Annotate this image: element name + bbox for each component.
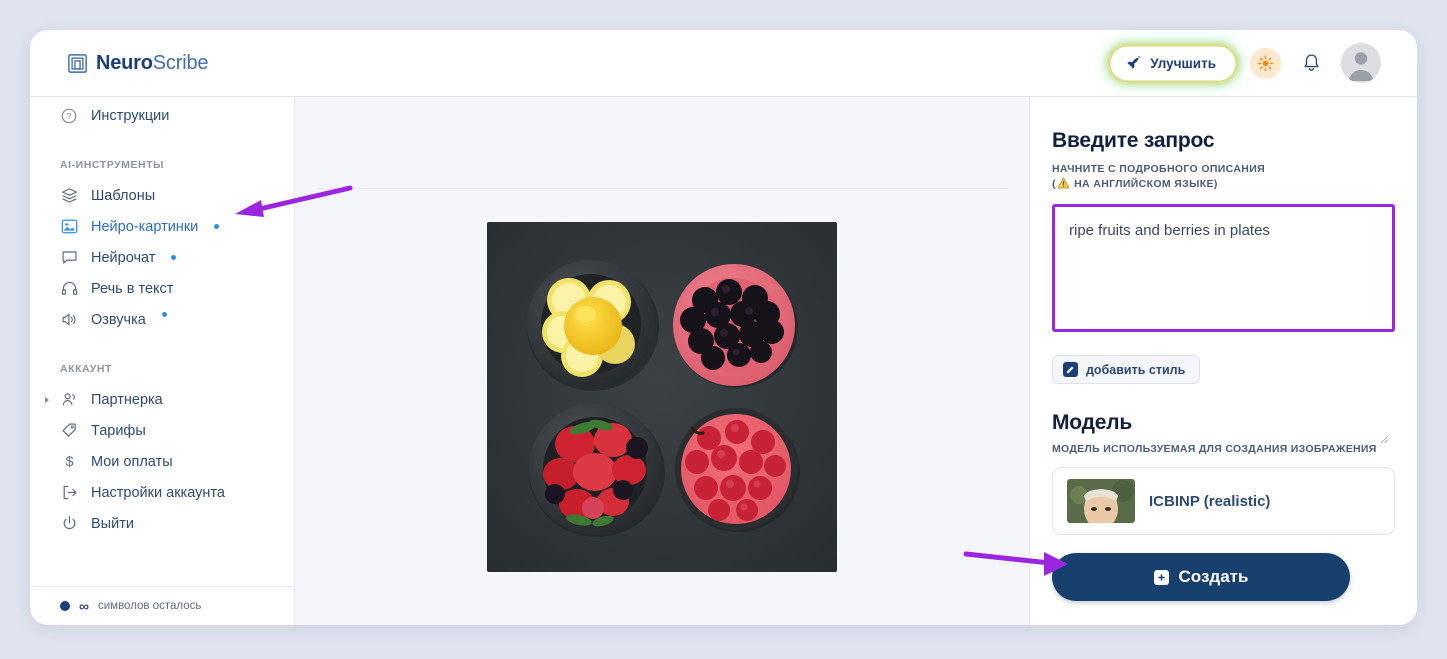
resize-grip-icon[interactable]: [1380, 435, 1389, 444]
sidebar-item-tariffs[interactable]: Тарифы: [30, 415, 294, 446]
headphones-icon: [60, 280, 78, 298]
svg-text:$: $: [65, 454, 73, 470]
sidebar-item-badge-dot: [214, 224, 220, 229]
user-avatar-icon: [1341, 43, 1381, 83]
bell-icon: [1303, 53, 1319, 71]
plus-square-icon: [1153, 569, 1169, 585]
sidebar-item-label: Тарифы: [91, 422, 146, 439]
create-button[interactable]: Создать: [1052, 553, 1350, 601]
sidebar-item-label: Выйти: [91, 515, 134, 532]
sidebar-item-logout[interactable]: Выйти: [30, 508, 294, 539]
sidebar-item-label: Мои оплаты: [91, 453, 173, 470]
character-count-label: символов осталось: [97, 600, 202, 612]
sidebar-item-badge-dot: [161, 312, 167, 317]
rocket-icon: [1127, 55, 1141, 69]
upgrade-button-label: Улучшить: [1150, 55, 1216, 71]
sidebar-item-label: Нейрочат: [91, 249, 156, 266]
sidebar-item-label: Нейро-картинки: [91, 218, 199, 235]
chevron-right-icon: [45, 396, 49, 403]
generated-image[interactable]: [487, 222, 837, 572]
header-actions: Улучшить: [1113, 43, 1381, 83]
logout-arrow-icon: [60, 484, 78, 502]
prompt-panel: Введите запрос НАЧНИТЕ С ПОДРОБНОГО ОПИС…: [1029, 96, 1417, 625]
sidebar: ? Инструкции AI-ИНСТРУМЕНТЫ Шаблоны Нейр…: [30, 96, 295, 625]
notifications-button[interactable]: [1298, 49, 1324, 77]
brand-logo[interactable]: NeuroScribe: [68, 52, 208, 75]
sidebar-section-ai-tools-title: AI-ИНСТРУМЕНТЫ: [60, 159, 164, 171]
sidebar-item-voiceover[interactable]: Озвучка: [30, 304, 294, 335]
prompt-hint-prefix: (: [1052, 178, 1056, 191]
theme-toggle-button[interactable]: [1250, 47, 1281, 79]
sidebar-item-label: Озвучка: [91, 311, 146, 328]
sidebar-item-badge-dot: [171, 255, 177, 260]
avatar[interactable]: [1341, 43, 1381, 83]
sidebar-item-label: Партнерка: [91, 391, 163, 408]
sidebar-item-label: Инструкции: [91, 107, 170, 124]
dollar-icon: $: [60, 453, 78, 471]
question-circle-icon: ?: [60, 107, 78, 125]
prompt-panel-hint: НАЧНИТЕ С ПОДРОБНОГО ОПИСАНИЯ ( НА АНГЛИ…: [1052, 162, 1395, 192]
center-canvas: [295, 96, 1029, 625]
chat-bubble-icon: [60, 249, 78, 267]
sidebar-section-account-title: АККАУНТ: [60, 363, 112, 375]
model-section-title: Модель: [1052, 411, 1133, 435]
app-header: NeuroScribe Улучшить: [30, 30, 1417, 96]
character-count-value: ∞: [79, 598, 89, 614]
svg-text:?: ?: [67, 112, 72, 121]
app-body: ? Инструкции AI-ИНСТРУМЕНТЫ Шаблоны Нейр…: [30, 96, 1417, 625]
prompt-hint-line2: НА АНГЛИЙСКОМ ЯЗЫКЕ): [1070, 178, 1218, 191]
sidebar-item-label: Шаблоны: [91, 187, 156, 204]
sidebar-item-account-settings[interactable]: Настройки аккаунта: [30, 477, 294, 508]
sun-icon: [1257, 55, 1274, 71]
app-window: NeuroScribe Улучшить ? Инструкции AI-ИНС…: [30, 30, 1417, 625]
prompt-panel-title: Введите запрос: [1052, 129, 1215, 152]
sidebar-character-counter: ∞ символов осталось: [30, 586, 294, 625]
sidebar-item-my-payments[interactable]: $ Мои оплаты: [30, 446, 294, 477]
model-selected-name: ICBINP (realistic): [1149, 492, 1271, 510]
sidebar-item-neuro-chat[interactable]: Нейрочат: [30, 242, 294, 273]
status-dot-icon: [60, 601, 70, 611]
sidebar-item-partners[interactable]: Партнерка: [30, 384, 294, 415]
add-style-button[interactable]: добавить стиль: [1052, 355, 1201, 385]
sidebar-scroll-area: ? Инструкции AI-ИНСТРУМЕНТЫ Шаблоны Нейр…: [30, 97, 294, 586]
brand-name: NeuroScribe: [96, 52, 208, 75]
create-button-label: Создать: [1178, 567, 1249, 586]
warning-triangle-icon: [1057, 177, 1070, 189]
nested-squares-logo-icon: [68, 53, 87, 73]
brand-name-light: Scribe: [152, 51, 209, 74]
prompt-hint-line1: НАЧНИТЕ С ПОДРОБНОГО ОПИСАНИЯ: [1052, 163, 1265, 175]
pencil-square-icon: [1063, 362, 1078, 378]
center-divider: [317, 188, 1007, 189]
image-icon: [60, 218, 78, 236]
add-style-label: добавить стиль: [1086, 362, 1186, 377]
upgrade-button[interactable]: Улучшить: [1113, 48, 1233, 78]
sidebar-item-speech-to-text[interactable]: Речь в текст: [30, 273, 294, 304]
power-icon: [60, 515, 78, 533]
model-preview-thumbnail-icon: [1067, 479, 1135, 524]
tag-icon: [60, 422, 78, 440]
speaker-icon: [60, 311, 78, 329]
sidebar-item-label: Настройки аккаунта: [91, 484, 225, 501]
layers-icon: [60, 187, 78, 205]
model-section-subtitle: МОДЕЛЬ ИСПОЛЬЗУЕМАЯ ДЛЯ СОЗДАНИЯ ИЗОБРАЖ…: [1052, 443, 1377, 456]
sidebar-item-neuro-images[interactable]: Нейро-картинки: [30, 211, 294, 242]
prompt-input[interactable]: [1052, 204, 1395, 333]
sidebar-item-templates[interactable]: Шаблоны: [30, 180, 294, 211]
people-icon: [60, 391, 78, 409]
sidebar-item-label: Речь в текст: [91, 280, 174, 297]
model-selector-card[interactable]: ICBINP (realistic): [1052, 467, 1395, 536]
brand-name-bold: Neuro: [96, 51, 153, 74]
sidebar-item-instructions[interactable]: ? Инструкции: [30, 100, 294, 131]
